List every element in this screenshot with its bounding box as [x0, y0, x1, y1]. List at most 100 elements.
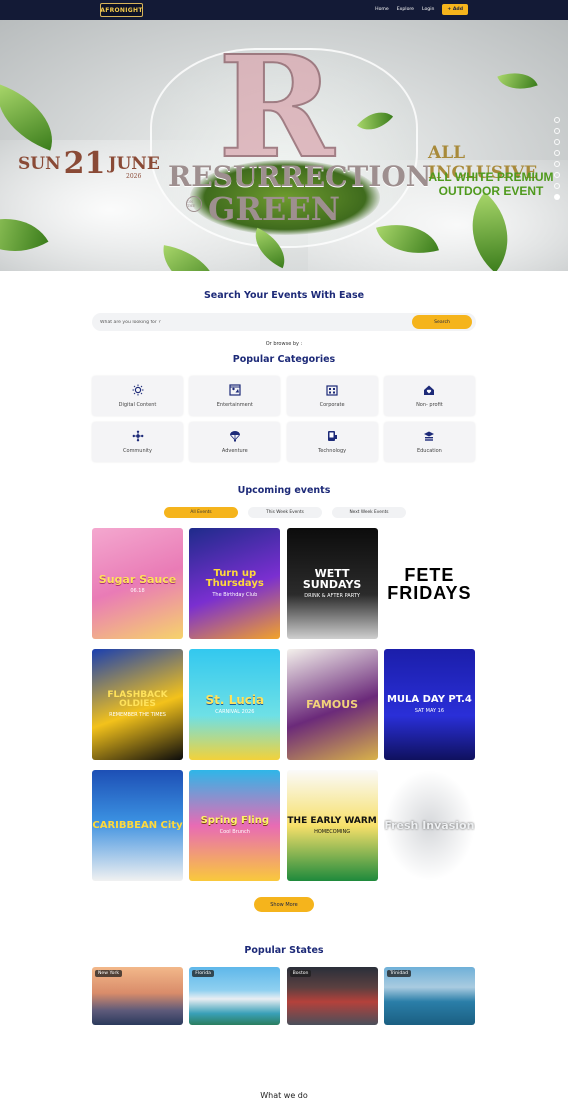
- event-poster-subtitle: Cool Brunch: [219, 829, 250, 835]
- state-card-new-york[interactable]: New York: [92, 967, 183, 1025]
- hero-date-month: JUNE: [108, 153, 160, 174]
- nav-link-login[interactable]: Login: [422, 7, 434, 12]
- tab-all-events[interactable]: All Events: [164, 507, 238, 518]
- event-poster[interactable]: CARIBBEAN City: [92, 770, 183, 881]
- hero-title-line2: GREEN: [208, 190, 340, 228]
- nonprofit-icon: [423, 384, 435, 396]
- category-adventure[interactable]: Adventure: [189, 422, 281, 462]
- category-technology[interactable]: Technology: [286, 422, 378, 462]
- event-grid: Sugar Sauce 06.18 Turn up Thursdays The …: [92, 528, 476, 881]
- hero-date-number: 21: [63, 146, 106, 181]
- event-poster[interactable]: THE EARLY WARM HOMECOMING: [286, 770, 378, 881]
- category-community[interactable]: Community: [92, 422, 183, 462]
- category-label: Corporate: [319, 402, 345, 408]
- hero-date-year: 2026: [126, 173, 142, 180]
- event-poster[interactable]: Spring Fling Cool Brunch: [189, 770, 281, 881]
- event-poster-title: St. Lucia: [205, 693, 265, 707]
- nav-links: Home Explore Login + Add: [375, 4, 468, 15]
- parachute-icon: [229, 430, 241, 442]
- top-navbar: AFRONIGHT Home Explore Login + Add: [0, 0, 568, 20]
- state-card-boston[interactable]: Boston: [286, 967, 378, 1025]
- leaf-graphic: [497, 64, 538, 98]
- show-more-button[interactable]: Show More: [254, 897, 314, 912]
- event-poster-title: FAMOUS: [306, 698, 359, 711]
- add-event-button[interactable]: + Add: [442, 4, 468, 15]
- hero-title-line1: RESURRECTION: [168, 160, 432, 193]
- tab-this-week[interactable]: This Week Events: [248, 507, 322, 518]
- category-label: Community: [123, 448, 152, 454]
- search-heading: Search Your Events With Ease: [203, 290, 365, 301]
- carousel-dot[interactable]: [554, 172, 560, 178]
- carousel-dot[interactable]: [554, 117, 560, 123]
- search-bar: Search: [92, 313, 476, 331]
- hero-premium-text: ALL WHITE PREMIUM OUTDOOR EVENT: [428, 170, 554, 198]
- event-poster[interactable]: MULA DAY PT.4 SAT MAY 16: [383, 649, 475, 760]
- category-entertainment[interactable]: Entertainment: [189, 376, 281, 416]
- event-poster-subtitle: CARNIVAL 2026: [215, 709, 255, 715]
- carousel-dot-active[interactable]: [554, 194, 560, 200]
- categories-heading: Popular Categories: [232, 354, 336, 365]
- event-poster-title: FETE FRIDAYS: [387, 564, 472, 603]
- category-label: Technology: [318, 448, 347, 454]
- search-input[interactable]: [100, 317, 400, 327]
- event-poster-title: Sugar Sauce: [98, 572, 177, 586]
- event-poster-title: FLASHBACK OLDIES: [107, 690, 168, 709]
- corporate-icon: [326, 384, 338, 396]
- carousel-dot[interactable]: [554, 128, 560, 134]
- category-non-profit[interactable]: Non- profit: [383, 376, 475, 416]
- event-poster[interactable]: Turn up Thursdays The Birthday Club: [189, 528, 281, 639]
- site-logo[interactable]: AFRONIGHT: [100, 3, 143, 17]
- carousel-dot[interactable]: [554, 161, 560, 167]
- category-grid: Digital Content Entertainment Corporate …: [92, 376, 476, 462]
- states-heading: Popular States: [244, 945, 324, 956]
- category-label: Entertainment: [216, 402, 253, 408]
- event-poster-subtitle: 06.18: [130, 587, 145, 594]
- state-card-florida[interactable]: Florida: [189, 967, 281, 1025]
- state-card-trinidad[interactable]: Trinidad: [383, 967, 475, 1025]
- event-poster-title: CARIBBEAN City: [92, 819, 183, 831]
- state-label: New York: [95, 970, 123, 977]
- carousel-dot[interactable]: [554, 183, 560, 189]
- event-poster-subtitle: DRINK & AFTER PARTY: [304, 593, 360, 599]
- event-poster-title: WETT SUNDAYS: [302, 567, 362, 591]
- category-digital-content[interactable]: Digital Content: [92, 376, 183, 416]
- technology-icon: [326, 430, 338, 442]
- hero-date-day: SUN: [18, 153, 61, 174]
- sun-icon: [132, 384, 144, 396]
- event-poster-title: Turn up Thursdays: [205, 568, 264, 589]
- event-poster-title: Spring Fling: [200, 815, 270, 826]
- tab-next-week[interactable]: Next Week Events: [332, 507, 406, 518]
- event-poster[interactable]: FAMOUS: [286, 649, 378, 760]
- category-education[interactable]: Education: [383, 422, 475, 462]
- hero-banner[interactable]: R SUN 21 JUNE 2026 RESURRECTION ON THE G…: [0, 20, 568, 271]
- carousel-dots: [554, 117, 560, 200]
- community-icon: [132, 430, 144, 442]
- what-we-do-heading: What we do: [260, 1091, 308, 1100]
- nav-link-explore[interactable]: Explore: [397, 7, 414, 12]
- event-poster[interactable]: St. Lucia CARNIVAL 2026: [189, 649, 281, 760]
- category-label: Education: [416, 448, 442, 454]
- category-label: Adventure: [221, 448, 248, 454]
- category-label: Digital Content: [118, 402, 157, 408]
- search-button[interactable]: Search: [412, 315, 472, 329]
- event-tabs: All Events This Week Events Next Week Ev…: [164, 507, 406, 518]
- category-corporate[interactable]: Corporate: [286, 376, 378, 416]
- event-poster-title: THE EARLY WARM: [287, 815, 377, 826]
- category-label: Non- profit: [416, 402, 443, 408]
- letter-r-graphic: R: [217, 26, 335, 190]
- state-grid: New York Florida Boston Trinidad: [92, 967, 476, 1025]
- carousel-dot[interactable]: [554, 150, 560, 156]
- events-heading: Upcoming events: [237, 485, 331, 496]
- carousel-dot[interactable]: [554, 139, 560, 145]
- state-label: Florida: [192, 970, 214, 977]
- event-poster[interactable]: FETE FRIDAYS: [383, 528, 475, 639]
- entertainment-icon: [229, 384, 241, 396]
- event-poster[interactable]: Fresh Invasion: [383, 770, 475, 881]
- event-poster-subtitle: REMEMBER THE TIMES: [109, 712, 166, 718]
- event-poster[interactable]: FLASHBACK OLDIES REMEMBER THE TIMES: [92, 649, 183, 760]
- education-icon: [423, 430, 435, 442]
- nav-link-home[interactable]: Home: [375, 7, 389, 12]
- state-label: Trinidad: [386, 970, 412, 977]
- event-poster[interactable]: Sugar Sauce 06.18: [92, 528, 183, 639]
- event-poster[interactable]: WETT SUNDAYS DRINK & AFTER PARTY: [286, 528, 378, 639]
